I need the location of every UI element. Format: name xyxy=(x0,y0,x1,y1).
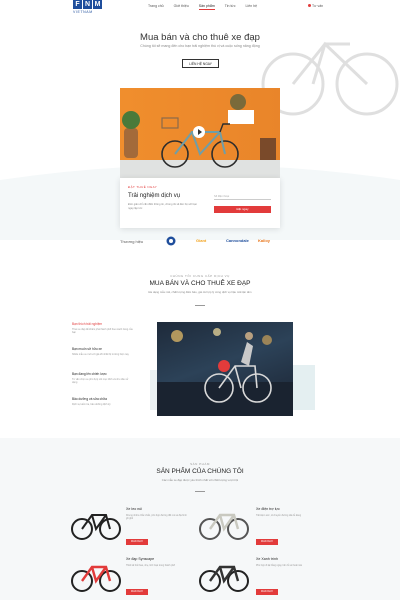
brand-logo-cannondale[interactable]: Cannondale xyxy=(226,238,249,243)
feature-title: Bạn muốn sở hữu xe xyxy=(72,347,102,351)
brand-logo-kalloy[interactable]: Kalloy xyxy=(258,238,270,243)
product-image-mountain-bike[interactable] xyxy=(70,505,122,541)
logo-letter: M xyxy=(93,0,102,9)
brand-logo-giant[interactable]: Giant xyxy=(196,238,206,243)
brands-label: Thương hiệu xyxy=(120,239,144,244)
feature-title: Bạn đang lên chiến lược xyxy=(72,372,107,376)
logo-subtitle: VIETNAM xyxy=(73,10,93,14)
brand-emblem-icon xyxy=(166,236,176,246)
nav-item-products[interactable]: Sản phẩm xyxy=(198,4,215,10)
nav-item-home[interactable]: Trang chủ xyxy=(148,4,164,10)
products-subtitle: Các mẫu xe đạp được yêu thích nhất với c… xyxy=(161,478,239,482)
main-nav: Trang chủ Giới thiệu Sản phẩm Tin tức Li… xyxy=(148,4,257,10)
feature-item[interactable]: Bảo dưỡng và sửa chữa Dịch vụ kiểm tra, … xyxy=(72,397,134,406)
feature-item[interactable]: Bạn thích trải nghiệm Thuê xe đạp để khá… xyxy=(72,322,134,334)
feature-desc: Nhiều mẫu xe mới với giá tốt nhất thị tr… xyxy=(72,353,129,356)
feature-desc: Tư vấn chọn xe phù hợp với mục đích và n… xyxy=(72,378,129,385)
feature-item[interactable]: Bạn muốn sở hữu xe Nhiều mẫu xe mới với … xyxy=(72,347,134,356)
booking-title: Trải nghiệm dịch vụ xyxy=(128,193,181,199)
feature-title: Bạn thích trải nghiệm xyxy=(72,322,103,326)
phone-link[interactable]: Tư vấn xyxy=(308,4,323,8)
brand-logo-trek[interactable] xyxy=(166,236,176,247)
product-desc: Phù hợp đi lại hằng ngày, bền bỉ và thoả… xyxy=(256,565,302,567)
product-name[interactable]: Xe đạp Synscape xyxy=(126,557,154,561)
buy-now-button[interactable]: MUA NGAY xyxy=(256,539,278,545)
section-divider xyxy=(195,491,205,492)
phone-icon xyxy=(308,4,311,7)
product-name[interactable]: Xe leo núi xyxy=(126,507,142,511)
about-title: MUA BÁN VÀ CHO THUÊ XE ĐẠP xyxy=(149,280,251,287)
feature-desc: Dịch vụ kiểm tra, bảo dưỡng định kỳ xyxy=(72,403,111,406)
booking-text: Đơn giản chỉ cần điền thông tin, chúng t… xyxy=(128,203,198,210)
product-desc: Tiết kiệm sức, di chuyển đường dài dễ dà… xyxy=(256,515,301,517)
buy-now-button[interactable]: MUA NGAY xyxy=(256,589,278,595)
book-now-button[interactable]: Đặt ngay xyxy=(214,206,271,213)
logo-letter: F xyxy=(73,0,82,9)
logo-letter: N xyxy=(83,0,92,9)
booking-card: ĐẶT THUÊ NGAY Trải nghiệm dịch vụ Đơn gi… xyxy=(120,178,280,228)
products-title: SẢN PHẨM CỦA CHÚNG TÔI xyxy=(156,468,244,475)
nav-item-news[interactable]: Tin tức xyxy=(225,4,236,10)
product-name[interactable]: Xe điện trợ lực xyxy=(256,507,280,511)
phone-label: Tư vấn xyxy=(312,4,324,8)
hero-title: Mua bán và cho thuê xe đạp xyxy=(140,32,260,43)
product-name[interactable]: Xe Xanh trình xyxy=(256,557,278,561)
phone-input[interactable]: Số điện thoại xyxy=(214,194,271,200)
product-image-synscape[interactable] xyxy=(70,557,122,593)
feature-desc: Thuê xe đạp để khám phá thành phố theo c… xyxy=(72,328,133,335)
booking-kicker: ĐẶT THUÊ NGAY xyxy=(128,185,158,189)
product-image-city-bike[interactable] xyxy=(198,557,250,593)
buy-now-button[interactable]: MUA NGAY xyxy=(126,539,148,545)
product-image-e-bike[interactable] xyxy=(198,505,250,541)
feature-title: Bảo dưỡng và sửa chữa xyxy=(72,397,107,401)
product-desc: Khung nhôm chắc chắn, phù hợp đường đồi … xyxy=(126,515,187,521)
nav-item-contact[interactable]: Liên hệ xyxy=(246,4,257,10)
nav-item-about[interactable]: Giới thiệu xyxy=(174,4,189,10)
products-kicker: SẢN PHẨM xyxy=(190,462,210,466)
about-subtitle: Đa dạng mẫu mã, chất lượng đảm bảo, giá … xyxy=(148,290,252,294)
feature-item[interactable]: Bạn đang lên chiến lược Tư vấn chọn xe p… xyxy=(72,372,134,384)
decor-block xyxy=(290,365,315,410)
product-desc: Thiết kế thể thao, nhẹ, linh hoạt trong … xyxy=(126,565,175,567)
play-video-button[interactable] xyxy=(193,126,205,138)
buy-now-button[interactable]: MUA NGAY xyxy=(126,589,148,595)
section-divider xyxy=(195,305,205,306)
hero-subtitle: Chúng tôi sẽ mang đến cho bạn trải nghiệ… xyxy=(140,44,260,48)
play-video-button[interactable] xyxy=(218,360,230,372)
about-kicker: CHÚNG TÔI CUNG CẤP DỊCH VỤ xyxy=(170,274,230,278)
contact-now-button[interactable]: LIÊN HỆ NGAY xyxy=(182,59,219,68)
